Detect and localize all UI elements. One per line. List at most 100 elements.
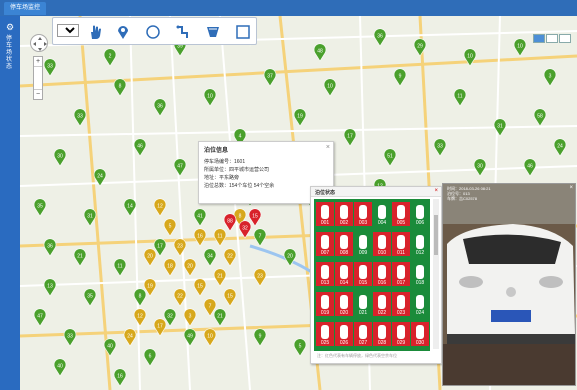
parking-marker-green[interactable]: 19	[293, 108, 307, 127]
close-icon[interactable]: ×	[569, 185, 573, 191]
map-type-satellite[interactable]	[546, 34, 558, 43]
parking-space[interactable]: 028	[373, 322, 391, 346]
parking-marker-yellow[interactable]: 12	[153, 198, 167, 217]
gear-icon[interactable]: ⚙	[5, 22, 15, 32]
parking-space[interactable]: 019	[316, 292, 334, 316]
parking-marker-green[interactable]: 24	[93, 168, 107, 187]
parking-space[interactable]: 027	[354, 322, 372, 346]
parking-marker-green[interactable]: 21	[213, 308, 227, 327]
parking-marker-green[interactable]: 8	[133, 288, 147, 307]
parking-marker-green[interactable]: 40	[53, 358, 67, 377]
parking-marker-green[interactable]: 58	[533, 108, 547, 127]
parking-marker-red[interactable]: 88	[223, 213, 237, 232]
parking-space[interactable]: 021	[354, 292, 372, 316]
parking-marker-green[interactable]: 36	[43, 238, 57, 257]
parking-marker-green[interactable]: 46	[133, 138, 147, 157]
parking-marker-green[interactable]: 48	[313, 43, 327, 62]
parking-space[interactable]: 004	[373, 202, 391, 226]
circle-icon[interactable]	[145, 24, 161, 40]
parking-marker-yellow[interactable]: 5	[163, 218, 177, 237]
parking-space[interactable]: 001	[316, 202, 334, 226]
level-select[interactable]: 级别	[57, 24, 79, 37]
parking-marker-green[interactable]: 35	[33, 198, 47, 217]
parking-marker-green[interactable]: 14	[123, 198, 137, 217]
parking-marker-yellow[interactable]: 24	[123, 328, 137, 347]
parking-marker-yellow[interactable]: 20	[183, 258, 197, 277]
location-pin-icon[interactable]	[115, 24, 131, 40]
parking-marker-green[interactable]: 7	[253, 228, 267, 247]
zoom-out-button[interactable]: −	[34, 90, 42, 99]
parking-space[interactable]: 030	[411, 322, 429, 346]
scrollbar[interactable]	[433, 199, 439, 349]
parking-marker-yellow[interactable]: 23	[253, 268, 267, 287]
hand-icon[interactable]	[87, 24, 103, 40]
parking-marker-yellow[interactable]: 21	[213, 268, 227, 287]
parking-marker-yellow[interactable]: 10	[203, 328, 217, 347]
parking-marker-green[interactable]: 35	[83, 288, 97, 307]
parking-marker-green[interactable]: 10	[513, 38, 527, 57]
parking-marker-yellow[interactable]: 12	[133, 308, 147, 327]
parking-marker-green[interactable]: 33	[73, 108, 87, 127]
parking-space[interactable]: 015	[354, 262, 372, 286]
parking-marker-green[interactable]: 30	[473, 158, 487, 177]
parking-marker-green[interactable]: 33	[433, 138, 447, 157]
parking-marker-yellow[interactable]: 11	[213, 228, 227, 247]
parking-space[interactable]: 005	[392, 202, 410, 226]
parking-marker-green[interactable]: 10	[203, 88, 217, 107]
parking-space[interactable]: 026	[335, 322, 353, 346]
parking-marker-green[interactable]: 5	[293, 338, 307, 357]
parking-marker-green[interactable]: 8	[113, 78, 127, 97]
parking-marker-yellow[interactable]: 23	[173, 238, 187, 257]
parking-marker-red[interactable]: 15	[248, 208, 262, 227]
map-type-road[interactable]	[533, 34, 545, 43]
parking-space[interactable]: 009	[354, 232, 372, 256]
parking-marker-green[interactable]: 41	[193, 208, 207, 227]
parking-marker-red[interactable]: 32	[238, 220, 252, 239]
parking-marker-green[interactable]: 30	[53, 148, 67, 167]
close-icon[interactable]: ×	[434, 188, 438, 194]
parking-marker-green[interactable]: 11	[453, 88, 467, 107]
parking-marker-yellow[interactable]: 15	[193, 278, 207, 297]
parking-space[interactable]: 018	[411, 262, 429, 286]
parking-marker-green[interactable]: 29	[413, 38, 427, 57]
parking-marker-green[interactable]: 51	[383, 148, 397, 167]
parking-marker-green[interactable]: 20	[283, 248, 297, 267]
parking-marker-green[interactable]: 40	[103, 338, 117, 357]
parking-space[interactable]: 022	[373, 292, 391, 316]
parking-marker-green[interactable]: 31	[83, 208, 97, 227]
parking-marker-green[interactable]: 3	[543, 68, 557, 87]
parking-marker-green[interactable]: 16	[113, 368, 127, 387]
parking-marker-yellow[interactable]: 16	[193, 228, 207, 247]
parking-space[interactable]: 008	[335, 232, 353, 256]
parking-space[interactable]: 006	[411, 202, 429, 226]
parking-marker-green[interactable]: 36	[373, 28, 387, 47]
parking-marker-green[interactable]: 17	[343, 128, 357, 147]
parking-marker-yellow[interactable]: 3	[183, 308, 197, 327]
parking-space[interactable]: 029	[392, 322, 410, 346]
parking-space[interactable]: 014	[335, 262, 353, 286]
parking-space[interactable]: 007	[316, 232, 334, 256]
parking-space[interactable]: 010	[373, 232, 391, 256]
rectangle-icon[interactable]	[235, 24, 251, 40]
parking-marker-green[interactable]: 11	[113, 258, 127, 277]
sidebar-label[interactable]: 停车场状态	[6, 36, 14, 71]
parking-space[interactable]: 025	[316, 322, 334, 346]
parking-space[interactable]: 024	[411, 292, 429, 316]
parking-marker-green[interactable]: 33	[43, 58, 57, 77]
close-icon[interactable]: ×	[326, 144, 330, 151]
parking-marker-yellow[interactable]: 18	[163, 258, 177, 277]
parking-marker-green[interactable]: 34	[203, 248, 217, 267]
parking-marker-green[interactable]: 13	[43, 278, 57, 297]
parking-space[interactable]: 017	[392, 262, 410, 286]
parking-space[interactable]: 002	[335, 202, 353, 226]
parking-marker-green[interactable]: 49	[183, 328, 197, 347]
parking-space[interactable]: 013	[316, 262, 334, 286]
parking-marker-green[interactable]: 10	[323, 78, 337, 97]
path-icon[interactable]	[175, 24, 191, 40]
tab-parking-monitor[interactable]: 停车场监控	[4, 2, 47, 15]
parking-marker-yellow[interactable]: 20	[143, 248, 157, 267]
parking-marker-green[interactable]: 47	[33, 308, 47, 327]
parking-marker-green[interactable]: 31	[493, 118, 507, 137]
parking-marker-green[interactable]: 10	[463, 48, 477, 67]
parking-marker-green[interactable]: 47	[173, 158, 187, 177]
